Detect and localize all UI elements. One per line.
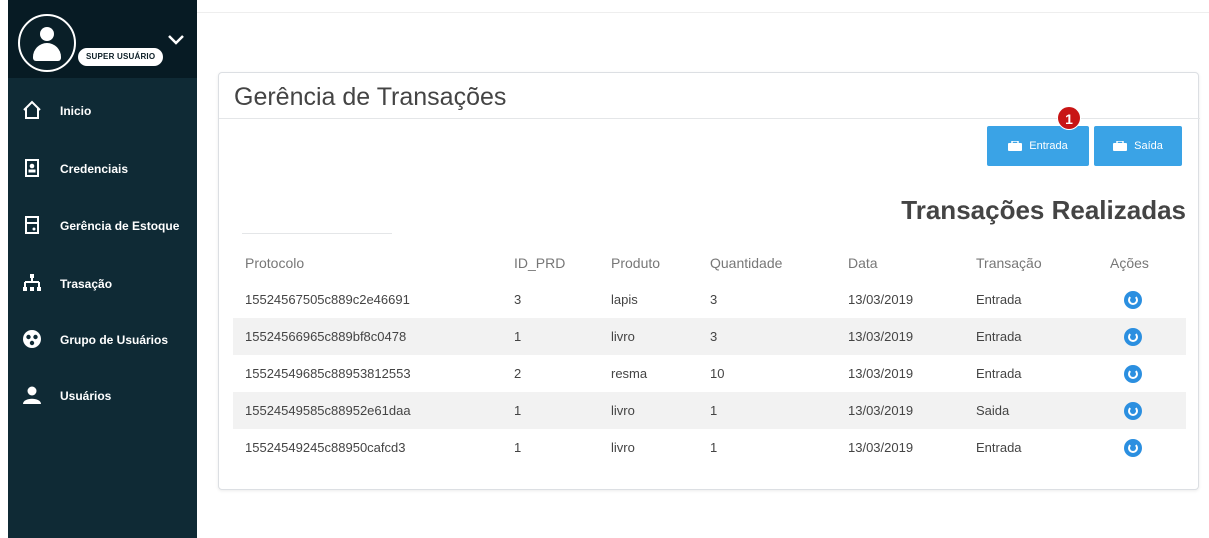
cell-protocolo: 15524566965c889bf8c0478 (233, 318, 502, 355)
column-header-protocolo: Protocolo (245, 255, 305, 271)
table-row: 15524567505c889c2e46691 3 lapis 3 13/03/… (233, 281, 1186, 318)
cell-acoes (1098, 318, 1186, 355)
sidebar-item-label: Credenciais (60, 162, 129, 176)
cell-data: 13/03/2019 (836, 318, 964, 355)
cell-protocolo: 15524567505c889c2e46691 (245, 292, 410, 307)
transactions-table: Protocolo ID_PRD Produto Quantidade Data… (233, 245, 1186, 466)
user-header: SUPER USUÁRIO (8, 0, 197, 78)
column-header-acoes: Ações (1110, 255, 1149, 271)
column-header-id-prd: ID_PRD (514, 255, 566, 271)
avatar[interactable] (18, 14, 76, 72)
cell-transacao: Entrada (976, 292, 1022, 307)
cell-protocolo: 15524549685c88953812553 (245, 366, 411, 381)
briefcase-icon (1113, 141, 1128, 151)
column-header-data: Data (848, 255, 878, 271)
cell-quantidade: 1 (698, 392, 836, 429)
refresh-icon[interactable] (1124, 290, 1142, 309)
cell-id-prd: 2 (514, 366, 522, 381)
user-role-badge: SUPER USUÁRIO (78, 48, 164, 66)
cell-data: 13/03/2019 (836, 392, 964, 429)
cell-produto: lapis (611, 292, 638, 307)
sidebar-item-label: Trasação (60, 277, 113, 291)
sidebar-item-grupo-usuarios[interactable]: Grupo de Usuários (8, 319, 197, 359)
chevron-down-icon[interactable] (166, 30, 186, 50)
column-header-transacao: Transação (976, 255, 1042, 271)
cell-transacao: Entrada (964, 318, 1098, 355)
cell-data: 13/03/2019 (848, 440, 914, 455)
section-divider (242, 233, 392, 234)
cell-id-prd: 1 (514, 440, 522, 455)
sidebar-item-inicio[interactable]: Inicio (8, 90, 197, 130)
sidebar-item-label: Gerência de Estoque (60, 219, 180, 233)
sidebar-item-usuarios[interactable]: Usuários (8, 375, 197, 415)
sitemap-icon (23, 274, 41, 291)
table-row: 15524566965c889bf8c0478 1 livro 3 13/03/… (233, 318, 1186, 355)
table-row: 15524549585c88952e61daa 1 livro 1 13/03/… (233, 392, 1186, 429)
cell-produto: livro (611, 440, 635, 455)
cell-acoes (1098, 281, 1186, 318)
user-icon (23, 386, 41, 404)
cell-transacao: Saida (964, 392, 1098, 429)
table-header-row: Protocolo ID_PRD Produto Quantidade Data… (233, 245, 1186, 281)
table-row: 15524549245c88950cafcd3 1 livro 1 13/03/… (233, 429, 1186, 466)
cell-produto: resma (611, 366, 648, 381)
inventory-icon (25, 216, 39, 234)
sidebar-item-trasacao[interactable]: Trasação (8, 263, 197, 303)
refresh-icon[interactable] (1124, 438, 1142, 457)
saida-button[interactable]: Saída (1094, 126, 1182, 166)
sidebar: SUPER USUÁRIO Inicio Credenciais Gerênci… (8, 0, 197, 538)
cell-protocolo: 15524549585c88952e61daa (233, 392, 502, 429)
home-icon (23, 100, 41, 119)
sidebar-item-label: Grupo de Usuários (60, 333, 169, 347)
sidebar-item-label: Inicio (60, 104, 92, 118)
page-title: Gerência de Transações (234, 83, 507, 111)
cell-acoes (1098, 355, 1186, 392)
cell-id-prd: 1 (502, 318, 599, 355)
cell-acoes (1098, 429, 1186, 466)
sidebar-item-label: Usuários (60, 389, 112, 403)
id-card-icon (25, 159, 39, 177)
sidebar-item-credenciais[interactable]: Credenciais (8, 148, 197, 188)
title-divider (219, 118, 1200, 119)
transactions-panel: Gerência de Transações Entrada Saída 1 T… (218, 72, 1200, 490)
cell-quantidade: 1 (710, 440, 718, 455)
briefcase-icon (1008, 141, 1023, 151)
refresh-icon[interactable] (1124, 401, 1142, 420)
top-divider (197, 12, 1209, 13)
entrada-button-label: Entrada (1029, 140, 1068, 152)
cell-quantidade: 10 (710, 366, 725, 381)
cell-transacao: Entrada (976, 440, 1022, 455)
cell-acoes (1098, 392, 1186, 429)
sidebar-item-estoque[interactable]: Gerência de Estoque (8, 205, 197, 245)
refresh-icon[interactable] (1124, 327, 1142, 346)
cell-id-prd: 1 (502, 392, 599, 429)
column-header-quantidade: Quantidade (710, 255, 783, 271)
user-group-icon (23, 330, 41, 348)
cell-produto: livro (599, 318, 698, 355)
column-header-produto: Produto (611, 255, 661, 271)
cell-produto: livro (599, 392, 698, 429)
table-row: 15524549685c88953812553 2 resma 10 13/03… (233, 355, 1186, 392)
cell-quantidade: 3 (710, 292, 718, 307)
cell-id-prd: 3 (514, 292, 522, 307)
saida-button-label: Saída (1134, 140, 1163, 152)
entrada-button[interactable]: Entrada (987, 126, 1089, 166)
cell-data: 13/03/2019 (848, 366, 914, 381)
cell-quantidade: 3 (698, 318, 836, 355)
cell-transacao: Entrada (976, 366, 1022, 381)
step-badge: 1 (1057, 106, 1081, 130)
section-title: Transações Realizadas (901, 195, 1186, 225)
cell-protocolo: 15524549245c88950cafcd3 (245, 440, 406, 455)
cell-data: 13/03/2019 (848, 292, 914, 307)
refresh-icon[interactable] (1124, 364, 1142, 383)
